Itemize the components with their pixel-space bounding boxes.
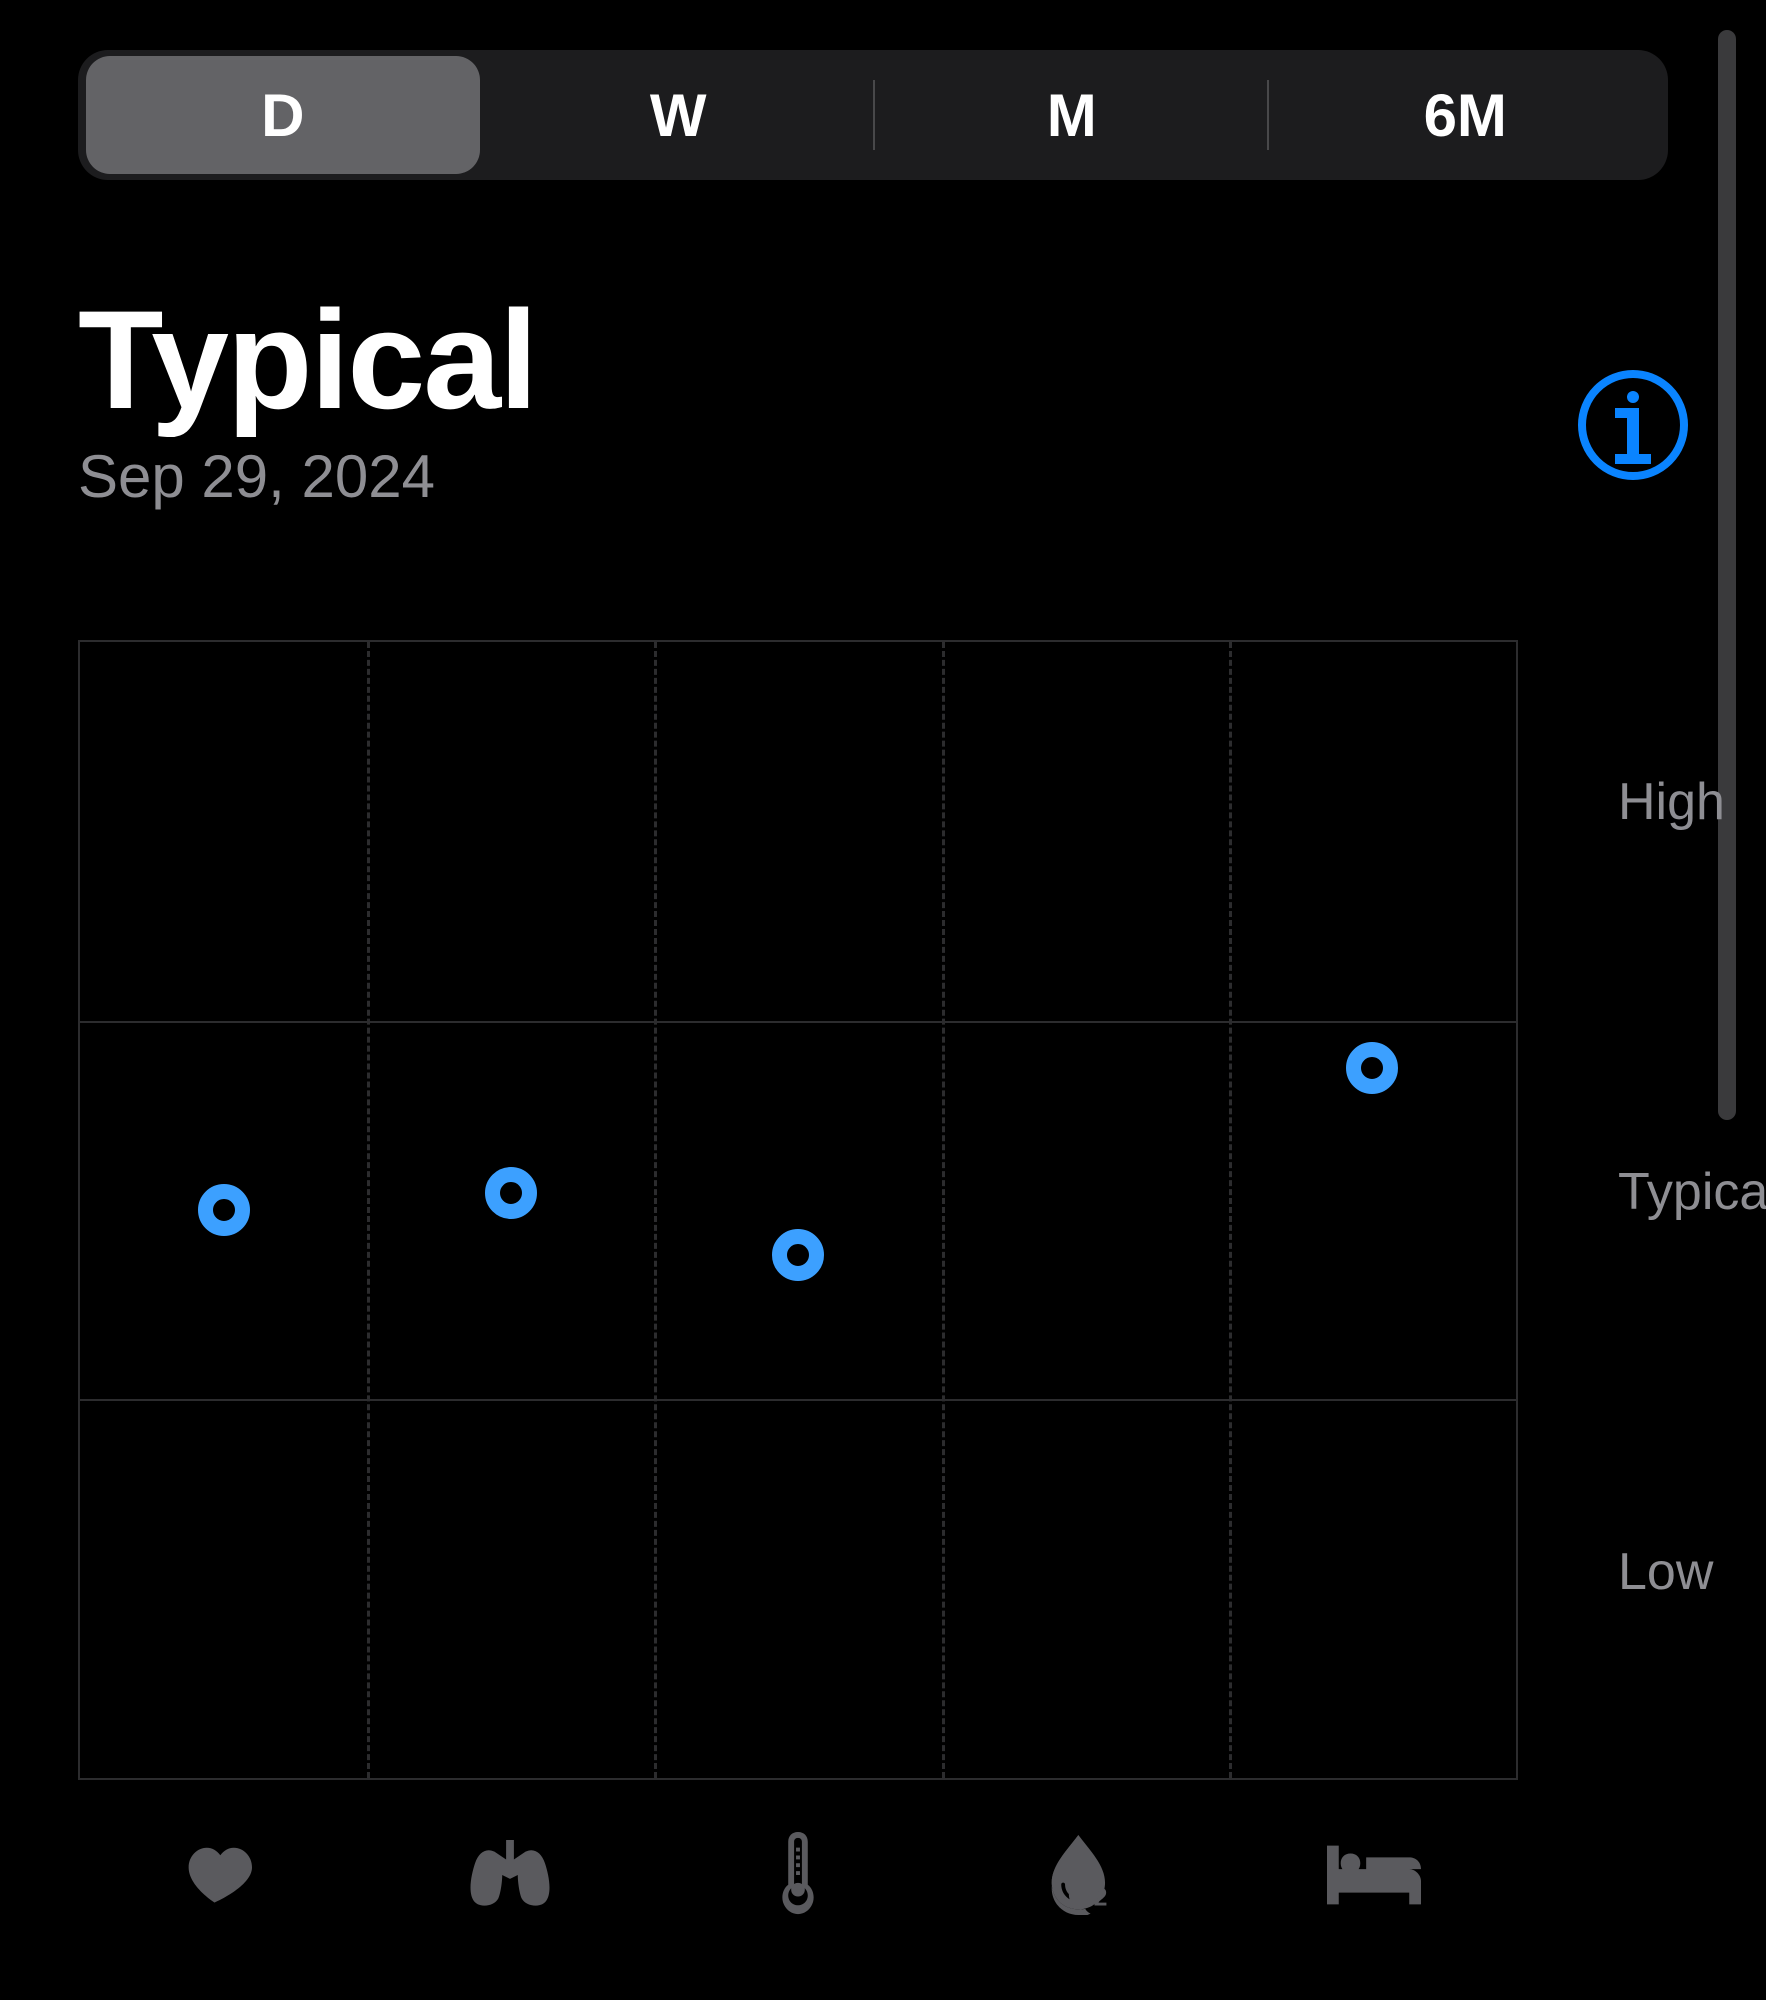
lungs-icon (463, 1840, 557, 1910)
chart-point[interactable] (485, 1167, 537, 1219)
metric-temperature[interactable] (654, 1832, 942, 1918)
info-icon (1627, 391, 1639, 403)
segment-six-month[interactable]: 6M (1269, 56, 1663, 174)
segment-month[interactable]: M (875, 56, 1269, 174)
metric-oxygen[interactable]: 2 (942, 1832, 1230, 1918)
y-axis-label-high: High (1618, 772, 1725, 832)
chart-points (80, 642, 1516, 1778)
metric-heart[interactable] (78, 1832, 366, 1918)
chart-point[interactable] (772, 1229, 824, 1281)
thermometer-icon (777, 1832, 819, 1918)
date-label: Sep 29, 2024 (78, 442, 536, 511)
svg-text:2: 2 (1094, 1884, 1108, 1911)
y-axis-label-typical: Typical (1618, 1162, 1766, 1222)
heart-icon (185, 1842, 259, 1908)
metric-icons-row: 2 (78, 1832, 1518, 1918)
segment-day[interactable]: D (86, 56, 480, 174)
info-button[interactable] (1578, 370, 1688, 480)
chart-point[interactable] (198, 1184, 250, 1236)
metric-respiratory[interactable] (366, 1832, 654, 1918)
y-axis-label-low: Low (1618, 1542, 1713, 1602)
segment-label: D (261, 81, 304, 150)
segment-label: 6M (1424, 81, 1507, 150)
segment-label: W (650, 81, 707, 150)
bed-icon (1327, 1845, 1421, 1905)
chart-point[interactable] (1346, 1042, 1398, 1094)
segment-label: M (1047, 81, 1097, 150)
vitals-chart[interactable]: High Typical Low (78, 640, 1518, 1780)
segment-week[interactable]: W (482, 56, 876, 174)
metric-sleep[interactable] (1230, 1832, 1518, 1918)
status-title: Typical (78, 290, 536, 430)
scrollbar[interactable] (1718, 30, 1736, 1120)
time-range-segmented: D W M 6M (78, 50, 1668, 180)
oxygen-icon: 2 (1047, 1835, 1125, 1915)
